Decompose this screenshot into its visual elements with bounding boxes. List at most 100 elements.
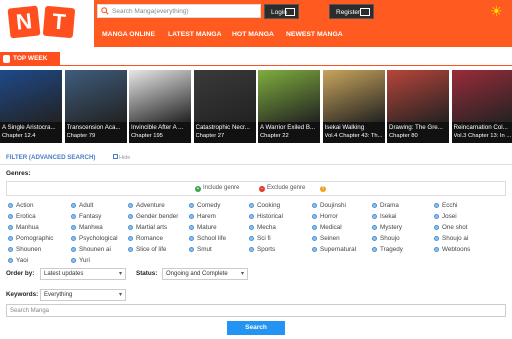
nav-manga-online[interactable]: MANGA ONLINE [102, 31, 155, 38]
manga-title[interactable]: A Warrior Exiled B... [260, 124, 318, 131]
genre-option[interactable]: Manhwa [71, 224, 103, 231]
genre-radio-icon[interactable] [434, 247, 439, 252]
genre-option[interactable]: Smut [189, 246, 212, 253]
genre-option[interactable]: Romance [128, 235, 163, 242]
genre-option[interactable]: Webtoons [434, 246, 470, 253]
genre-radio-icon[interactable] [312, 236, 317, 241]
manga-chapter[interactable]: Chapter 80 [389, 133, 447, 139]
manga-chapter[interactable]: Chapter 195 [131, 133, 189, 139]
genre-option[interactable]: Shoujo [372, 235, 400, 242]
manga-cover-card[interactable]: Catastrophic Necr... Chapter 27 [193, 70, 256, 143]
genre-radio-icon[interactable] [128, 225, 133, 230]
manga-chapter[interactable]: Chapter 12.4 [2, 133, 60, 139]
genre-option[interactable]: Medical [312, 224, 342, 231]
genre-option[interactable]: Josei [434, 213, 457, 220]
genre-option[interactable]: Isekai [372, 213, 396, 220]
genre-radio-icon[interactable] [312, 203, 317, 208]
genre-option[interactable]: Adventure [128, 202, 165, 209]
genre-radio-icon[interactable] [8, 225, 13, 230]
manga-title[interactable]: Transcension Aca... [67, 124, 125, 131]
register-button[interactable]: Register [329, 4, 374, 19]
login-button[interactable]: Login [264, 4, 299, 19]
genre-radio-icon[interactable] [434, 203, 439, 208]
order-by-select[interactable]: Latest updates [40, 268, 126, 280]
manga-chapter[interactable]: Vol.4 Chapter 43: Th... [325, 133, 383, 139]
manga-cover-card[interactable]: A Warrior Exiled B... Chapter 22 [258, 70, 320, 143]
genre-radio-icon[interactable] [71, 258, 76, 263]
genre-radio-icon[interactable] [312, 225, 317, 230]
nav-hot-manga[interactable]: HOT MANGA [232, 31, 274, 38]
manga-cover-image[interactable] [0, 70, 62, 122]
manga-title[interactable]: Drawing: The Gre... [389, 124, 447, 131]
genre-option[interactable]: Yuri [71, 257, 90, 264]
genre-radio-icon[interactable] [71, 236, 76, 241]
genre-radio-icon[interactable] [8, 214, 13, 219]
genre-option[interactable]: Doujinshi [312, 202, 346, 209]
genre-option[interactable]: Sci fi [249, 235, 271, 242]
genre-option[interactable]: Mecha [249, 224, 276, 231]
genre-radio-icon[interactable] [8, 236, 13, 241]
keywords-select[interactable]: Everything [40, 289, 126, 301]
status-select[interactable]: Ongoing and Complete [162, 268, 248, 280]
genre-option[interactable]: Yaoi [8, 257, 28, 264]
manga-title[interactable]: Isekai Walking [325, 124, 383, 131]
genre-radio-icon[interactable] [249, 203, 254, 208]
genre-radio-icon[interactable] [128, 236, 133, 241]
genre-radio-icon[interactable] [71, 214, 76, 219]
genre-radio-icon[interactable] [372, 214, 377, 219]
genre-radio-icon[interactable] [71, 247, 76, 252]
genre-option[interactable]: Mature [189, 224, 217, 231]
genre-radio-icon[interactable] [434, 236, 439, 241]
genre-radio-icon[interactable] [189, 203, 194, 208]
manga-cover-card[interactable]: Reincarnation Col... Vol.3 Chapter 13: In… [451, 70, 512, 143]
genre-option[interactable]: Pornographic [8, 235, 53, 242]
genre-option[interactable]: Adult [71, 202, 93, 209]
manga-cover-image[interactable] [129, 70, 191, 122]
hide-filter-toggle[interactable]: Hide [113, 154, 130, 161]
genre-option[interactable]: Slice of life [128, 246, 166, 253]
genre-radio-icon[interactable] [372, 225, 377, 230]
manga-cover-image[interactable] [64, 70, 127, 122]
manga-search-input[interactable]: Search Manga [6, 304, 506, 317]
manga-cover-card[interactable]: A Single Aristocra... Chapter 12.4 [0, 70, 62, 143]
site-logo[interactable]: N T [0, 0, 94, 47]
manga-cover-card[interactable]: Drawing: The Gre... Chapter 80 [387, 70, 449, 143]
genre-option[interactable]: Cooking [249, 202, 280, 209]
genre-option[interactable]: Fantasy [71, 213, 101, 220]
genre-option[interactable]: Action [8, 202, 34, 209]
nav-latest-manga[interactable]: LATEST MANGA [168, 31, 222, 38]
manga-cover-image[interactable] [193, 70, 256, 122]
genre-option[interactable]: Sports [249, 246, 275, 253]
genre-option[interactable]: Drama [372, 202, 399, 209]
genre-radio-icon[interactable] [312, 247, 317, 252]
selected-genres-box[interactable]: + Include genre − Exclude genre ? [6, 181, 506, 196]
genre-option[interactable]: Manhua [8, 224, 39, 231]
genre-radio-icon[interactable] [372, 236, 377, 241]
genre-radio-icon[interactable] [249, 247, 254, 252]
manga-cover-image[interactable] [258, 70, 320, 122]
genre-radio-icon[interactable] [434, 214, 439, 219]
genre-radio-icon[interactable] [372, 203, 377, 208]
genre-radio-icon[interactable] [372, 247, 377, 252]
genre-option[interactable]: Mystery [372, 224, 402, 231]
manga-chapter[interactable]: Chapter 27 [196, 133, 254, 139]
genre-option[interactable]: Psychological [71, 235, 118, 242]
manga-cover-image[interactable] [451, 70, 512, 122]
genre-option[interactable]: Shounen [8, 246, 41, 253]
genre-radio-icon[interactable] [8, 247, 13, 252]
genre-option[interactable]: Seinen [312, 235, 340, 242]
genre-radio-icon[interactable] [71, 203, 76, 208]
manga-title[interactable]: Reincarnation Col... [454, 124, 512, 131]
genre-option[interactable]: Horror [312, 213, 338, 220]
genre-option[interactable]: Erotica [8, 213, 36, 220]
manga-chapter[interactable]: Chapter 22 [260, 133, 318, 139]
manga-cover-card[interactable]: Invincible After A ... Chapter 195 [129, 70, 191, 143]
manga-chapter[interactable]: Chapter 79 [67, 133, 125, 139]
genre-option[interactable]: Shoujo ai [434, 235, 468, 242]
genre-option[interactable]: Historical [249, 213, 283, 220]
genre-radio-icon[interactable] [189, 247, 194, 252]
theme-toggle-sun-icon[interactable]: ☀ [490, 4, 504, 18]
manga-title[interactable]: Invincible After A ... [131, 124, 189, 131]
genre-radio-icon[interactable] [128, 247, 133, 252]
genre-option[interactable]: Comedy [189, 202, 220, 209]
